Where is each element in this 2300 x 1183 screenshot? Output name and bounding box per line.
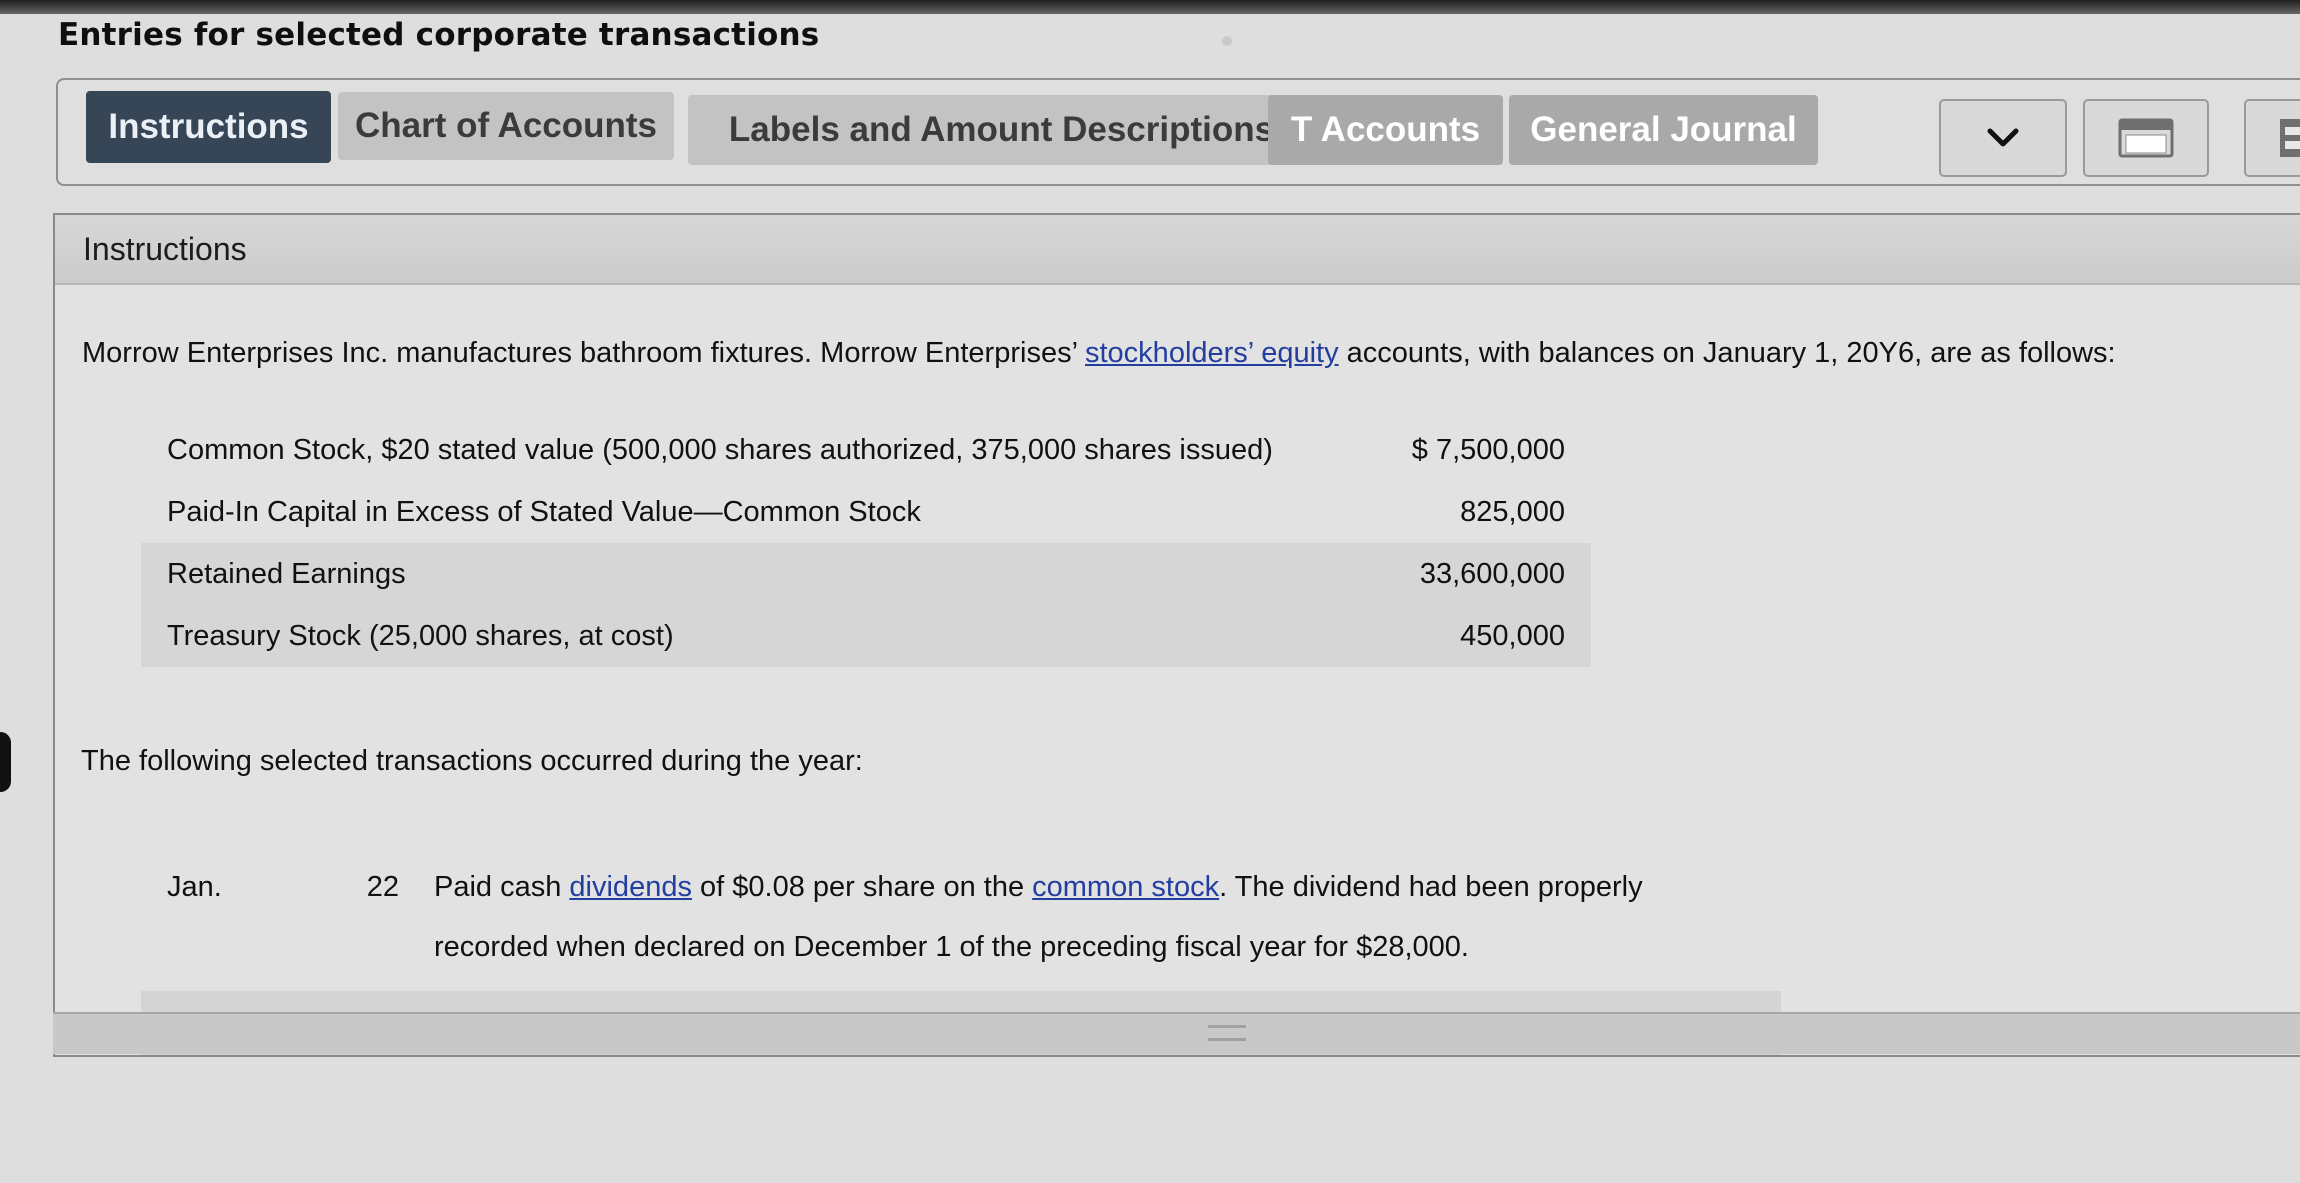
panel-bottom-bar xyxy=(53,1012,2300,1054)
equity-row-common-stock: Common Stock, $20 stated value (500,000 … xyxy=(141,419,1591,481)
split-view-button[interactable] xyxy=(2244,99,2300,177)
equity-row-treasury-stock: Treasury Stock (25,000 shares, at cost) … xyxy=(141,605,1591,667)
transaction-text: Paid cash xyxy=(434,871,570,903)
split-view-icon xyxy=(2280,119,2300,157)
transaction-description: Paid cash dividends of $0.08 per share o… xyxy=(433,843,1781,991)
equity-row-paid-in-capital: Paid-In Capital in Excess of Stated Valu… xyxy=(141,481,1591,543)
tab-labels-and-amount-descriptions[interactable]: Labels and Amount Descriptions xyxy=(688,95,1315,165)
resize-handle[interactable] xyxy=(1208,1025,1246,1041)
status-dot xyxy=(1222,36,1232,46)
transaction-month: Jan. xyxy=(167,871,222,903)
dividends-link[interactable]: dividends xyxy=(569,871,692,903)
chevron-down-icon xyxy=(1987,128,2019,147)
screen-edge-mark xyxy=(0,732,11,792)
equity-account-name: Common Stock, $20 stated value (500,000 … xyxy=(167,433,1273,466)
tab-instructions[interactable]: Instructions xyxy=(86,91,331,163)
tab-t-accounts[interactable]: T Accounts xyxy=(1268,95,1503,165)
common-stock-link[interactable]: common stock xyxy=(1032,871,1219,903)
panel-heading: Instructions xyxy=(55,215,2300,285)
tab-bar: Instructions Chart of Accounts Labels an… xyxy=(56,78,2300,186)
page-title: Entries for selected corporate transacti… xyxy=(58,17,820,53)
equity-account-name: Paid-In Capital in Excess of Stated Valu… xyxy=(167,495,921,528)
window-view-button[interactable] xyxy=(2083,99,2209,177)
equity-account-amount: 450,000 xyxy=(1460,619,1565,652)
window-icon xyxy=(2118,118,2174,158)
transaction-row-jan: Jan. 22 Paid cash dividends of $0.08 per… xyxy=(141,843,1781,991)
equity-account-amount: 33,600,000 xyxy=(1419,557,1565,590)
transaction-text: . The dividend had been properly xyxy=(1219,871,1643,903)
equity-balances-table: Common Stock, $20 stated value (500,000 … xyxy=(141,419,1591,667)
equity-account-amount: $ 7,500,000 xyxy=(1411,433,1565,466)
transaction-text-continued: recorded when declared on December 1 of … xyxy=(434,931,1469,963)
intro-text-before: Morrow Enterprises Inc. manufactures bat… xyxy=(82,337,1085,369)
browser-top-edge xyxy=(0,0,2300,14)
dropdown-button[interactable] xyxy=(1939,99,2067,177)
instructions-panel: Instructions Morrow Enterprises Inc. man… xyxy=(53,213,2300,1057)
stockholders-equity-link[interactable]: stockholders’ equity xyxy=(1085,337,1339,369)
transactions-intro: The following selected transactions occu… xyxy=(81,745,863,777)
transaction-day: 22 xyxy=(366,871,399,903)
tab-general-journal[interactable]: General Journal xyxy=(1509,95,1818,165)
equity-row-retained-earnings: Retained Earnings 33,600,000 xyxy=(141,543,1591,605)
intro-paragraph: Morrow Enterprises Inc. manufactures bat… xyxy=(82,333,2116,373)
equity-account-amount: 825,000 xyxy=(1460,495,1565,528)
intro-text-after: accounts, with balances on January 1, 20… xyxy=(1338,337,2116,369)
equity-account-name: Treasury Stock (25,000 shares, at cost) xyxy=(167,619,674,652)
transaction-text: of $0.08 per share on the xyxy=(691,871,1033,903)
equity-account-name: Retained Earnings xyxy=(167,557,406,590)
tab-chart-of-accounts[interactable]: Chart of Accounts xyxy=(338,92,674,160)
